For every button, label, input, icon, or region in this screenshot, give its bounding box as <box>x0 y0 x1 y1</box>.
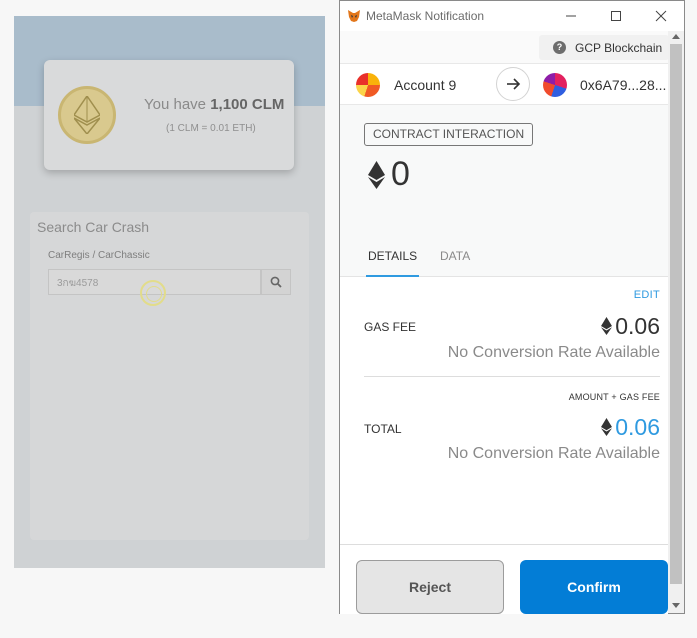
scrollbar[interactable] <box>668 31 684 613</box>
from-account-avatar <box>356 73 380 97</box>
account-bar: Account 9 0x6A79...28... <box>340 63 668 105</box>
search-title: Search Car Crash <box>37 219 150 235</box>
from-account-name[interactable]: Account 9 <box>394 77 456 93</box>
balance-text: You have 1,100 CLM <box>144 96 285 113</box>
search-card: Search Car Crash CarRegis / CarChassic 3… <box>30 212 309 540</box>
close-icon[interactable] <box>652 7 670 25</box>
window-title: MetaMask Notification <box>366 9 485 23</box>
arrow-right-icon <box>496 67 530 101</box>
balance-card: You have 1,100 CLM (1 CLM = 0.01 ETH) <box>44 60 294 170</box>
metamask-window: MetaMask Notification ? GCP Blockchain A… <box>339 0 685 614</box>
total-conversion: No Conversion Rate Available <box>447 445 660 462</box>
edit-gas-link[interactable]: EDIT <box>634 289 660 301</box>
confirm-button[interactable]: Confirm <box>520 560 668 614</box>
minimize-icon[interactable] <box>562 7 580 25</box>
eth-icon <box>601 418 613 436</box>
search-button[interactable] <box>261 269 291 295</box>
gas-fee-label: GAS FEE <box>364 320 417 334</box>
scroll-up-icon[interactable] <box>672 34 680 39</box>
ethereum-icon <box>58 86 116 144</box>
eth-icon <box>368 161 385 189</box>
to-account-avatar <box>543 73 567 97</box>
maximize-icon[interactable] <box>607 7 625 25</box>
network-selector[interactable]: ? GCP Blockchain <box>539 35 669 60</box>
balance-rate: (1 CLM = 0.01 ETH) <box>166 123 256 134</box>
magnifier-icon <box>270 276 282 288</box>
scroll-thumb[interactable] <box>670 44 682 584</box>
total-header: AMOUNT + GAS FEE <box>568 392 660 402</box>
transaction-amount: 0 <box>391 155 410 193</box>
network-name: GCP Blockchain <box>575 41 663 55</box>
transaction-summary: CONTRACT INTERACTION 0 DETAILS DATA <box>340 105 668 277</box>
title-bar: MetaMask Notification <box>340 1 684 31</box>
total-value: 0.06 <box>601 414 660 441</box>
question-circle-icon: ? <box>553 41 566 54</box>
tab-data[interactable]: DATA <box>440 245 470 277</box>
total-label: TOTAL <box>364 422 402 436</box>
network-bar: ? GCP Blockchain <box>340 31 669 63</box>
reject-button[interactable]: Reject <box>356 560 504 614</box>
eth-icon <box>601 317 613 335</box>
details-panel: EDIT GAS FEE 0.06 No Conversion Rate Ava… <box>340 278 668 544</box>
metamask-fox-icon <box>348 10 360 22</box>
gas-fee-conversion: No Conversion Rate Available <box>447 344 660 361</box>
to-address[interactable]: 0x6A79...28... <box>580 77 666 93</box>
action-footer: Reject Confirm <box>340 544 668 614</box>
gas-fee-value: 0.06 <box>601 313 660 340</box>
click-cursor-indicator <box>140 280 166 306</box>
transaction-type-badge: CONTRACT INTERACTION <box>364 123 534 146</box>
background-app: You have 1,100 CLM (1 CLM = 0.01 ETH) Se… <box>14 16 325 568</box>
tab-details[interactable]: DETAILS <box>366 245 420 277</box>
field-label: CarRegis / CarChassic <box>48 250 150 261</box>
divider <box>364 376 660 377</box>
scroll-down-icon[interactable] <box>672 603 680 608</box>
